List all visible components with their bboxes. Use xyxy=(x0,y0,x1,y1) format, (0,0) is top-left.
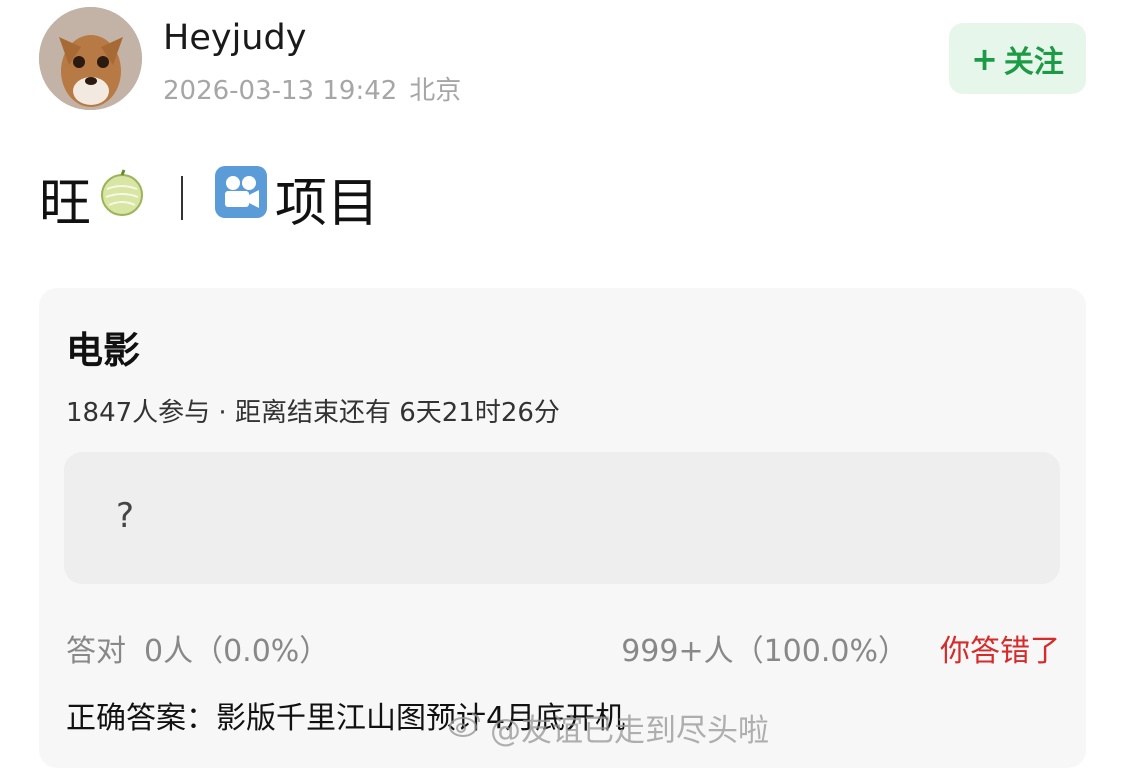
post-timestamp: 2026-03-13 19:42 xyxy=(163,76,398,106)
weibo-icon xyxy=(448,710,482,746)
poll-title: 电影 xyxy=(66,329,140,372)
plus-icon: + xyxy=(971,39,998,78)
title-prefix: 旺 xyxy=(39,173,92,234)
watermark-text: @友谊已走到尽头啦 xyxy=(490,713,769,749)
correct-count: 0人（0.0%） xyxy=(144,634,330,669)
watermark: @友谊已走到尽头啦 xyxy=(448,705,769,750)
username[interactable]: Heyjudy xyxy=(163,18,306,58)
post-title: 旺 项目 xyxy=(39,164,379,234)
melon-icon xyxy=(97,167,147,230)
post-meta: 2026-03-13 19:42 北京 xyxy=(163,70,461,107)
poll-card: 电影 1847人参与 · 距离结束还有 6天21时26分 ? 答对 0人（0.0%… xyxy=(39,288,1086,768)
post-location: 北京 xyxy=(409,76,462,106)
follow-label: 关注 xyxy=(1003,44,1064,80)
follow-button[interactable]: + 关注 xyxy=(949,23,1086,94)
poll-option-text: ? xyxy=(116,496,135,536)
title-suffix: 项目 xyxy=(275,173,380,234)
wrong-count: 999+人（100.0%） xyxy=(621,634,908,669)
movie-camera-icon xyxy=(213,164,269,233)
wrong-status: 你答错了 xyxy=(940,634,1060,669)
poll-option[interactable]: ? xyxy=(64,452,1060,584)
title-divider xyxy=(181,176,184,220)
poll-meta: 1847人参与 · 距离结束还有 6天21时26分 xyxy=(66,398,560,428)
correct-label: 答对 xyxy=(66,634,126,669)
poll-correct-result: 答对 0人（0.0%） xyxy=(66,626,329,670)
chihuahua-avatar-icon xyxy=(39,7,142,110)
poll-wrong-result: 999+人（100.0%） 你答错了 xyxy=(621,626,1060,670)
user-avatar[interactable] xyxy=(39,7,142,110)
